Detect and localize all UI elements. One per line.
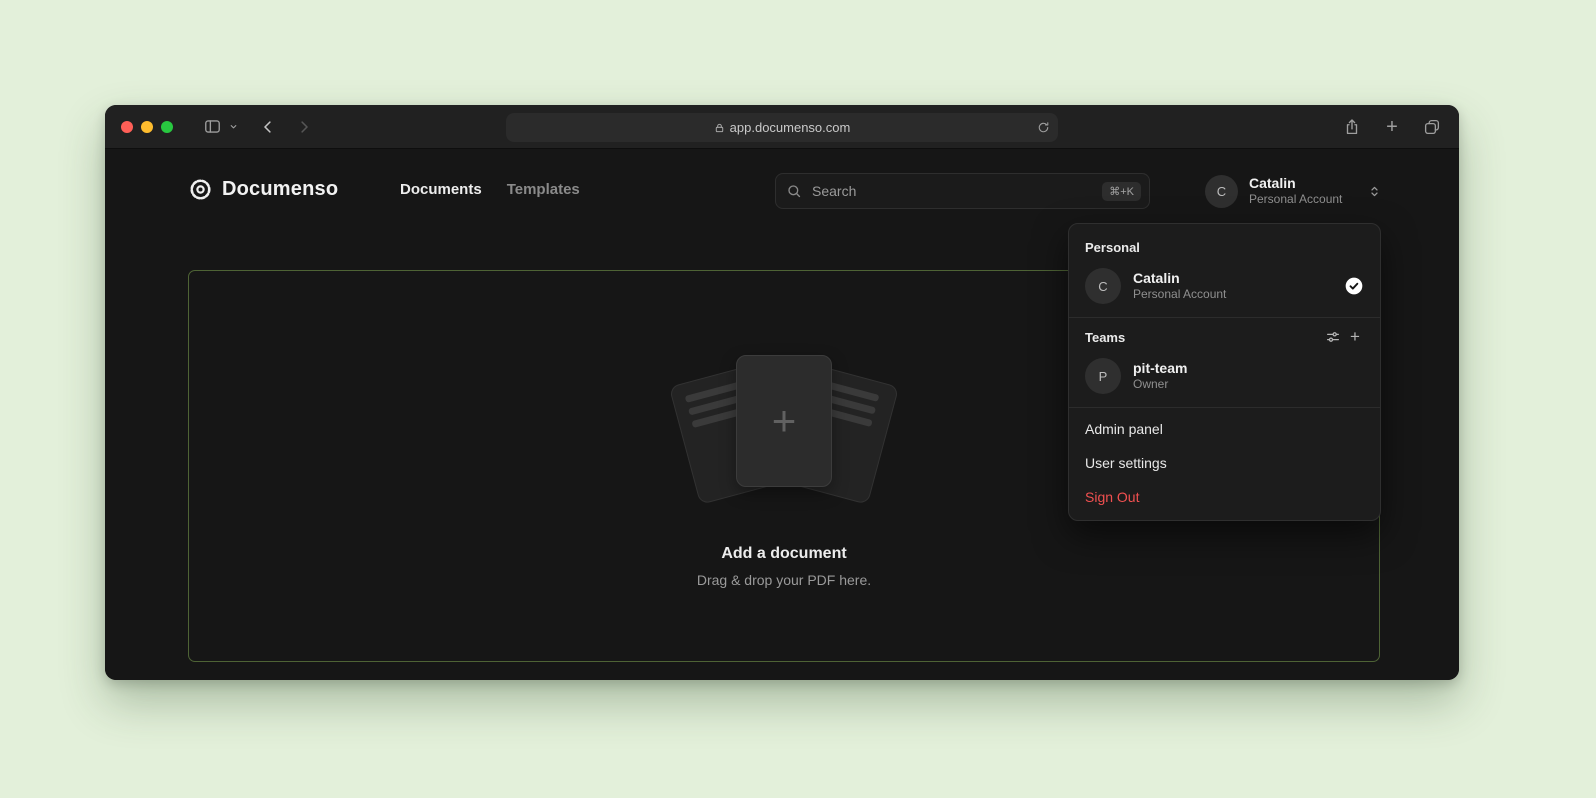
personal-account-name: Catalin <box>1133 269 1226 287</box>
browser-window: app.documenso.com + <box>105 105 1459 680</box>
teams-section-label: Teams <box>1069 322 1322 351</box>
url-text: app.documenso.com <box>730 120 851 135</box>
personal-account-item[interactable]: C Catalin Personal Account <box>1069 261 1380 315</box>
zoom-window-button[interactable] <box>161 121 173 133</box>
team-item[interactable]: P pit-team Owner <box>1069 351 1380 405</box>
personal-account-type: Personal Account <box>1133 287 1226 303</box>
search-box: ⌘+K <box>775 173 1150 209</box>
minimize-window-button[interactable] <box>141 121 153 133</box>
sidebar-chevron-down-icon[interactable] <box>225 114 241 140</box>
nav-templates[interactable]: Templates <box>507 181 580 198</box>
desktop-background: app.documenso.com + <box>0 0 1596 798</box>
tab-overview-icon[interactable] <box>1419 114 1445 140</box>
back-button[interactable] <box>255 114 281 140</box>
share-icon[interactable] <box>1339 114 1365 140</box>
documenso-logo-icon <box>188 177 213 202</box>
main-nav: Documents Templates <box>400 181 580 198</box>
account-text: Catalin Personal Account <box>1249 175 1342 208</box>
manage-teams-icon[interactable] <box>1322 326 1344 348</box>
account-menu-button[interactable]: C Catalin Personal Account <box>1205 171 1382 211</box>
personal-section-label: Personal <box>1069 232 1380 261</box>
personal-account-text: Catalin Personal Account <box>1133 269 1226 303</box>
menu-item-admin-panel[interactable]: Admin panel <box>1069 412 1380 446</box>
menu-divider <box>1069 407 1380 408</box>
lock-icon <box>714 122 725 134</box>
search-shortcut-badge: ⌘+K <box>1102 182 1141 201</box>
nav-documents[interactable]: Documents <box>400 181 482 198</box>
team-name: pit-team <box>1133 359 1187 377</box>
menu-item-user-settings[interactable]: User settings <box>1069 446 1380 480</box>
traffic-lights <box>121 121 173 133</box>
menu-item-sign-out[interactable]: Sign Out <box>1069 480 1380 514</box>
address-bar[interactable]: app.documenso.com <box>506 113 1058 142</box>
close-window-button[interactable] <box>121 121 133 133</box>
document-card-center: + <box>736 355 832 487</box>
team-role: Owner <box>1133 377 1187 393</box>
brand: Documenso <box>188 177 338 202</box>
plus-icon: + <box>1386 117 1398 137</box>
search-icon <box>786 183 802 199</box>
documents-illustration: + <box>669 345 899 521</box>
avatar: P <box>1085 358 1121 394</box>
account-type: Personal Account <box>1249 192 1342 207</box>
teams-section-header: Teams + <box>1069 322 1380 351</box>
documenso-page: Documenso Documents Templates ⌘+K C Cata… <box>105 149 1459 680</box>
account-name: Catalin <box>1249 175 1342 193</box>
avatar: C <box>1085 268 1121 304</box>
chevrons-up-down-icon <box>1367 184 1382 199</box>
avatar: C <box>1205 175 1238 208</box>
dropzone-subtitle: Drag & drop your PDF here. <box>697 572 871 588</box>
dropzone-title: Add a document <box>721 545 846 563</box>
account-dropdown-menu: Personal C Catalin Personal Account Team… <box>1068 223 1381 521</box>
browser-chrome: app.documenso.com + <box>105 105 1459 149</box>
plus-icon: + <box>772 400 797 442</box>
menu-divider <box>1069 317 1380 318</box>
new-tab-button[interactable]: + <box>1379 114 1405 140</box>
sidebar-toggle-icon[interactable] <box>199 114 225 140</box>
team-text: pit-team Owner <box>1133 359 1187 393</box>
chrome-right-controls: + <box>1339 105 1445 149</box>
search-input[interactable] <box>810 182 1094 200</box>
plus-icon: + <box>1350 328 1360 345</box>
selected-check-icon <box>1344 276 1364 296</box>
forward-button[interactable] <box>291 114 317 140</box>
add-team-button[interactable]: + <box>1344 326 1366 348</box>
brand-name: Documenso <box>222 178 338 201</box>
reload-icon[interactable] <box>1037 121 1050 134</box>
